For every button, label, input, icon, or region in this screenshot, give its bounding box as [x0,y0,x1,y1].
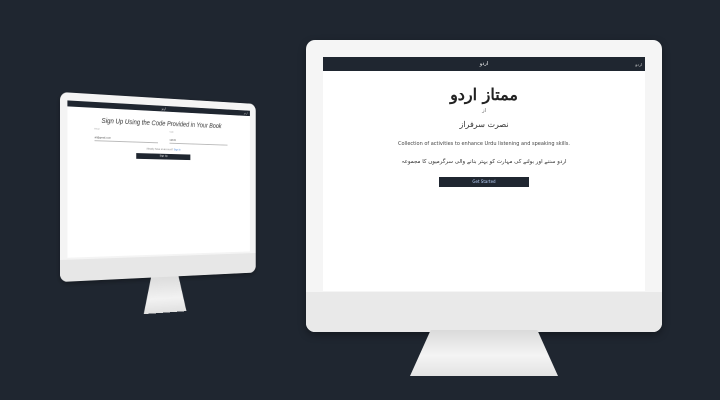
signin-helper: Already have an account? Sign In [67,145,249,153]
right-monitor-chin [306,292,662,332]
email-field-value: ali@gmail.com [94,136,111,140]
left-screen: اردو اردو Sign Up Using the Code Provide… [67,100,250,258]
code-field-value: 12345 [169,138,176,143]
right-monitor: اردو اردو ممتاز اردو از نصرت سرفراز Coll… [306,40,662,376]
get-started-button[interactable]: Get Started [439,177,529,187]
signin-helper-text: Already have an account? [146,147,174,152]
right-navbar-menu[interactable]: اردو [635,62,642,67]
code-field-label: Code [169,131,174,134]
page-title: ممتاز اردو [450,85,518,104]
right-navbar: اردو اردو [323,57,645,71]
byline: از [482,108,486,114]
right-screen: اردو اردو ممتاز اردو از نصرت سرفراز Coll… [323,57,645,291]
left-navbar-menu[interactable]: اردو [244,111,248,115]
description-english: Collection of activities to enhance Urdu… [398,141,570,147]
left-monitor-stand [141,276,188,315]
right-monitor-stand [410,330,558,376]
left-monitor: اردو اردو Sign Up Using the Code Provide… [60,92,256,304]
left-navbar-brand[interactable]: اردو [162,107,166,111]
signup-button[interactable]: Sign Up [136,153,191,161]
description-urdu: اردو سننے اور بولنے کی مہارت کو بہتر بنا… [401,159,567,165]
email-field[interactable]: Email ali@gmail.com [94,128,158,144]
left-signup-form: Email ali@gmail.com Code 12345 [94,128,228,146]
signin-link[interactable]: Sign In [174,148,181,151]
email-field-label: Email [94,128,100,131]
code-field[interactable]: Code 12345 [169,131,228,146]
right-navbar-brand[interactable]: اردو [480,61,488,67]
author-name: نصرت سرفراز [459,120,509,129]
